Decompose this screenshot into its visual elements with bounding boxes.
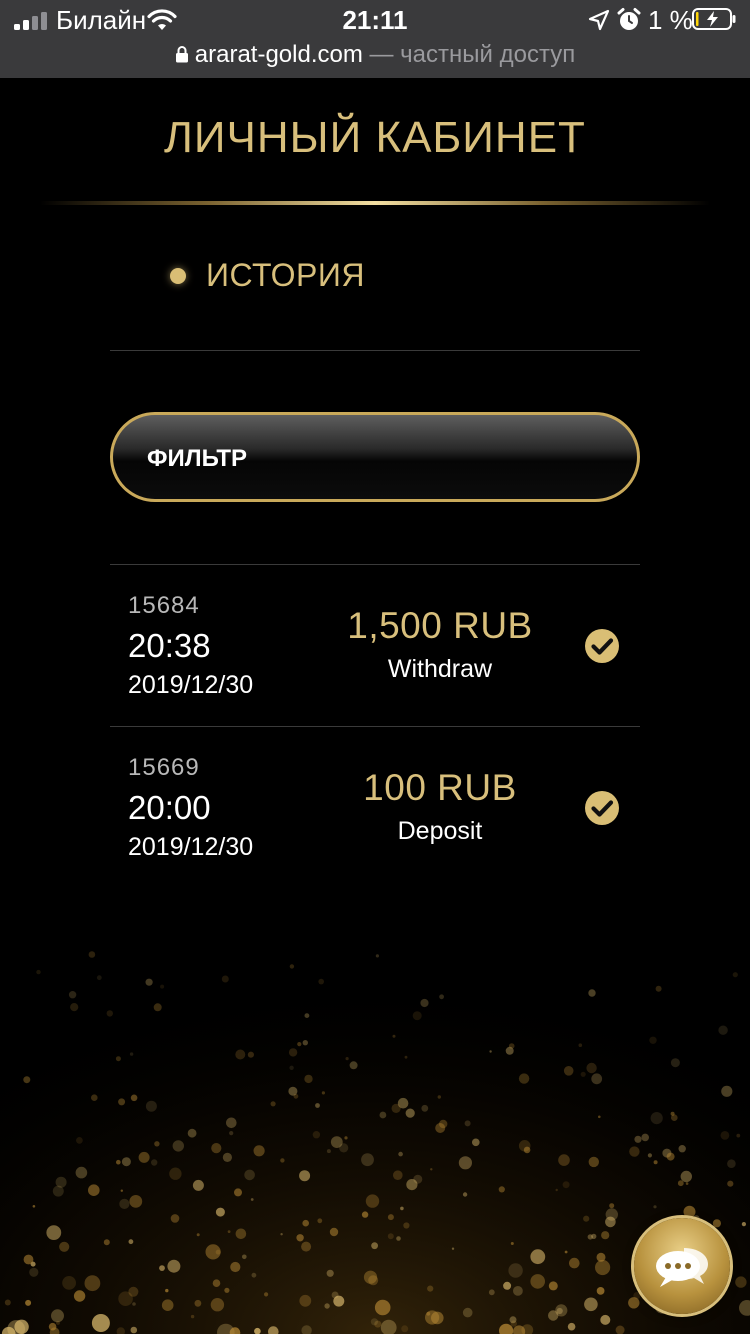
private-access-label: — частный доступ — [362, 41, 576, 68]
transaction-date: 2019/12/30 — [128, 833, 254, 861]
transaction-time: 20:00 — [128, 789, 211, 826]
transaction-amount: 1,500 RUB — [347, 605, 533, 646]
page-title: ЛИЧНЫЙ КАБИНЕТ — [164, 113, 586, 162]
lock-icon — [175, 46, 188, 63]
section-divider — [110, 350, 640, 351]
url-host: ararat-gold.com — [194, 41, 363, 68]
history-bullet-icon — [170, 268, 186, 284]
transaction-id: 15669 — [128, 754, 200, 781]
history-tab[interactable]: ИСТОРИЯ — [206, 256, 365, 294]
check-circle-icon — [585, 791, 619, 825]
list-divider — [110, 564, 640, 565]
chat-button[interactable] — [634, 1218, 730, 1314]
address-bar[interactable]: ararat-gold.com — частный доступ — [0, 40, 750, 76]
status-bar: Билайн 21:11 1 % ararat-gold.com — частн… — [0, 0, 750, 78]
battery-charging-icon — [692, 8, 736, 30]
check-circle-icon — [585, 629, 619, 663]
chat-bubbles-icon — [656, 1248, 708, 1287]
status-row: Билайн 21:11 1 % — [0, 0, 750, 40]
transaction-date: 2019/12/30 — [128, 671, 254, 699]
page: Билайн 21:11 1 % ararat-gold.com — частн… — [0, 0, 750, 1334]
transaction-row[interactable]: 15684 20:38 2019/12/30 1,500 RUB Withdra… — [110, 566, 640, 726]
transaction-type: Deposit — [397, 817, 483, 845]
list-divider — [110, 726, 640, 727]
transaction-amount: 100 RUB — [363, 767, 517, 808]
filter-button[interactable]: ФИЛЬТР — [110, 412, 640, 502]
alarm-clock-icon — [617, 8, 641, 30]
filter-label: ФИЛЬТР — [147, 445, 248, 472]
battery-percent: 1 % — [648, 5, 693, 35]
transaction-time: 20:38 — [128, 627, 211, 664]
transaction-id: 15684 — [128, 592, 200, 619]
transaction-row[interactable]: 15669 20:00 2019/12/30 100 RUB Deposit — [110, 728, 640, 888]
location-arrow-icon — [588, 9, 610, 31]
title-underline — [40, 201, 710, 205]
transaction-type: Withdraw — [387, 655, 493, 683]
